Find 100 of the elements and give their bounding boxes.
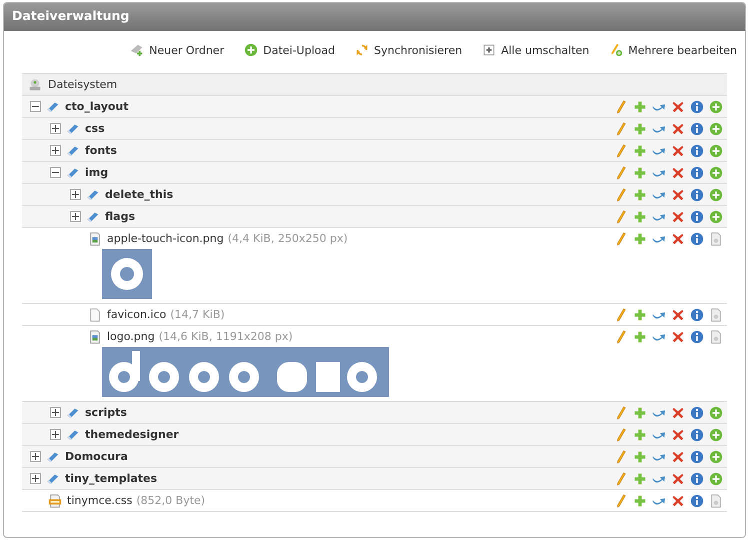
toggle-all-button[interactable]: Alle umschalten (482, 39, 590, 61)
plus-circle-icon[interactable] (709, 166, 723, 180)
folder-name[interactable]: img (85, 166, 108, 179)
plus-icon[interactable] (633, 406, 647, 420)
edit-icon[interactable] (614, 210, 628, 224)
file-name[interactable]: logo.png (107, 330, 155, 343)
expand-toggle[interactable] (50, 123, 61, 134)
plus-icon[interactable] (633, 232, 647, 246)
info-icon[interactable] (690, 406, 704, 420)
folder-name[interactable]: css (85, 122, 105, 135)
edit-icon[interactable] (614, 308, 628, 322)
delete-icon[interactable] (671, 494, 685, 508)
edit-icon[interactable] (614, 472, 628, 486)
plus-icon[interactable] (633, 210, 647, 224)
plus-icon (52, 431, 59, 438)
plus-icon[interactable] (633, 100, 647, 114)
folder-name[interactable]: scripts (85, 406, 127, 419)
plus-circle-icon[interactable] (709, 428, 723, 442)
info-icon[interactable] (690, 144, 704, 158)
plus-icon[interactable] (633, 122, 647, 136)
delete-icon[interactable] (671, 450, 685, 464)
edit-icon[interactable] (614, 232, 628, 246)
plus-circle-icon[interactable] (709, 144, 723, 158)
plus-icon[interactable] (633, 188, 647, 202)
plus-icon[interactable] (633, 472, 647, 486)
info-icon[interactable] (690, 450, 704, 464)
delete-icon[interactable] (671, 144, 685, 158)
plus-icon[interactable] (633, 494, 647, 508)
new-folder-button[interactable]: Neuer Ordner (130, 39, 224, 61)
folder-name[interactable]: themedesigner (85, 428, 179, 441)
edit-icon[interactable] (614, 122, 628, 136)
edit-icon[interactable] (614, 144, 628, 158)
info-icon[interactable] (690, 308, 704, 322)
plus-circle-icon[interactable] (709, 122, 723, 136)
delete-icon[interactable] (671, 100, 685, 114)
delete-icon[interactable] (671, 188, 685, 202)
collapse-toggle[interactable] (50, 167, 61, 178)
folder-name[interactable]: Domocura (65, 450, 128, 463)
delete-icon[interactable] (671, 166, 685, 180)
info-icon[interactable] (690, 100, 704, 114)
edit-icon[interactable] (614, 330, 628, 344)
folder-name[interactable]: tiny_templates (65, 472, 158, 485)
delete-icon[interactable] (671, 428, 685, 442)
plus-circle-icon[interactable] (709, 406, 723, 420)
expand-toggle[interactable] (50, 429, 61, 440)
edit-icon[interactable] (614, 406, 628, 420)
info-icon[interactable] (690, 472, 704, 486)
edit-multiple-button[interactable]: Mehrere bearbeiten (609, 39, 737, 61)
expand-toggle[interactable] (50, 145, 61, 156)
delete-icon[interactable] (671, 122, 685, 136)
expand-toggle[interactable] (30, 473, 41, 484)
plus-circle-icon[interactable] (709, 472, 723, 486)
info-icon[interactable] (690, 188, 704, 202)
expand-toggle[interactable] (30, 451, 41, 462)
plus-icon[interactable] (633, 166, 647, 180)
info-icon[interactable] (690, 122, 704, 136)
plus-circle-icon[interactable] (709, 188, 723, 202)
edit-icon[interactable] (614, 188, 628, 202)
plus-icon[interactable] (633, 308, 647, 322)
plus-icon[interactable] (633, 428, 647, 442)
delete-icon[interactable] (671, 330, 685, 344)
info-icon[interactable] (690, 232, 704, 246)
folder-icon (66, 428, 80, 442)
plus-circle-icon[interactable] (709, 450, 723, 464)
folder-plus-icon (130, 43, 144, 57)
delete-icon[interactable] (671, 472, 685, 486)
info-icon[interactable] (690, 494, 704, 508)
file-name[interactable]: apple-touch-icon.png (107, 232, 224, 245)
upload-button[interactable]: Datei-Upload (244, 39, 335, 61)
edit-icon[interactable] (614, 450, 628, 464)
collapse-toggle[interactable] (30, 101, 41, 112)
info-icon[interactable] (690, 166, 704, 180)
plus-circle-icon[interactable] (709, 100, 723, 114)
folder-icon (66, 406, 80, 420)
edit-icon[interactable] (614, 166, 628, 180)
plus-icon[interactable] (633, 330, 647, 344)
edit-icon[interactable] (614, 428, 628, 442)
expand-toggle[interactable] (50, 407, 61, 418)
folder-name[interactable]: cto_layout (65, 100, 129, 113)
file-name[interactable]: favicon.ico (107, 308, 166, 321)
plus-circle-icon[interactable] (709, 210, 723, 224)
folder-name[interactable]: delete_this (105, 188, 174, 201)
plus-icon[interactable] (633, 144, 647, 158)
expand-toggle[interactable] (70, 189, 81, 200)
delete-icon[interactable] (671, 406, 685, 420)
info-icon[interactable] (690, 330, 704, 344)
delete-icon[interactable] (671, 308, 685, 322)
sync-button[interactable]: Synchronisieren (354, 39, 462, 61)
delete-icon[interactable] (671, 232, 685, 246)
file-name[interactable]: tinymce.css (67, 494, 132, 507)
folder-name[interactable]: fonts (85, 144, 117, 157)
folder-name[interactable]: flags (105, 210, 135, 223)
info-icon[interactable] (690, 428, 704, 442)
info-icon[interactable] (690, 210, 704, 224)
edit-icon[interactable] (614, 100, 628, 114)
edit-icon[interactable] (614, 494, 628, 508)
expand-toggle[interactable] (70, 211, 81, 222)
delete-icon[interactable] (671, 210, 685, 224)
plus-icon[interactable] (633, 450, 647, 464)
plus-icon (32, 475, 39, 482)
